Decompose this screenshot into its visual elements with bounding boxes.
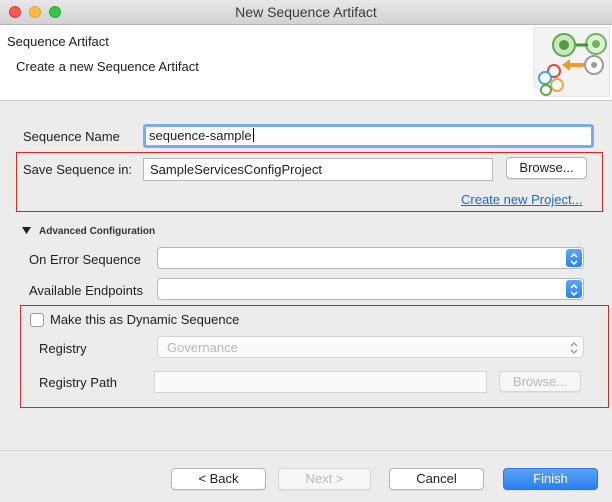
- select-chevron-icon: [566, 280, 582, 298]
- sequence-name-value: sequence-sample: [149, 128, 252, 143]
- registry-path-label: Registry Path: [39, 375, 118, 390]
- cancel-button[interactable]: Cancel: [389, 468, 484, 490]
- on-error-sequence-label: On Error Sequence: [29, 252, 142, 267]
- wizard-header-description: Create a new Sequence Artifact: [16, 59, 199, 74]
- dynamic-sequence-checkbox[interactable]: [30, 313, 44, 327]
- save-sequence-in-field[interactable]: SampleServicesConfigProject: [143, 158, 493, 181]
- select-chevron-icon: [570, 342, 578, 354]
- finish-button[interactable]: Finish: [503, 468, 598, 490]
- create-new-project-link[interactable]: Create new Project...: [461, 192, 582, 207]
- on-error-sequence-select[interactable]: [157, 247, 584, 269]
- back-button[interactable]: < Back: [171, 468, 266, 490]
- dynamic-sequence-label[interactable]: Make this as Dynamic Sequence: [50, 312, 239, 327]
- save-sequence-in-label: Save Sequence in:: [23, 162, 133, 177]
- advanced-configuration-toggle[interactable]: Advanced Configuration: [39, 226, 155, 237]
- footer-divider: [0, 450, 612, 451]
- registry-value: Governance: [167, 340, 238, 355]
- disclosure-triangle-icon[interactable]: [22, 227, 31, 235]
- window-title: New Sequence Artifact: [235, 4, 377, 20]
- select-chevron-icon: [566, 249, 582, 267]
- registry-browse-button[interactable]: Browse...: [499, 371, 581, 392]
- available-endpoints-label: Available Endpoints: [29, 283, 143, 298]
- registry-path-field[interactable]: [154, 371, 487, 393]
- browse-project-button[interactable]: Browse...: [506, 157, 587, 179]
- sequence-name-label: Sequence Name: [23, 129, 120, 144]
- sequence-name-input[interactable]: sequence-sample: [143, 124, 594, 148]
- available-endpoints-select[interactable]: [157, 278, 584, 300]
- next-button[interactable]: Next >: [278, 468, 371, 490]
- sequence-artifact-wizard-icon: [533, 27, 610, 97]
- wizard-header-title: Sequence Artifact: [7, 34, 109, 49]
- registry-label: Registry: [39, 341, 87, 356]
- registry-select[interactable]: Governance: [157, 336, 584, 358]
- text-caret: [252, 128, 254, 142]
